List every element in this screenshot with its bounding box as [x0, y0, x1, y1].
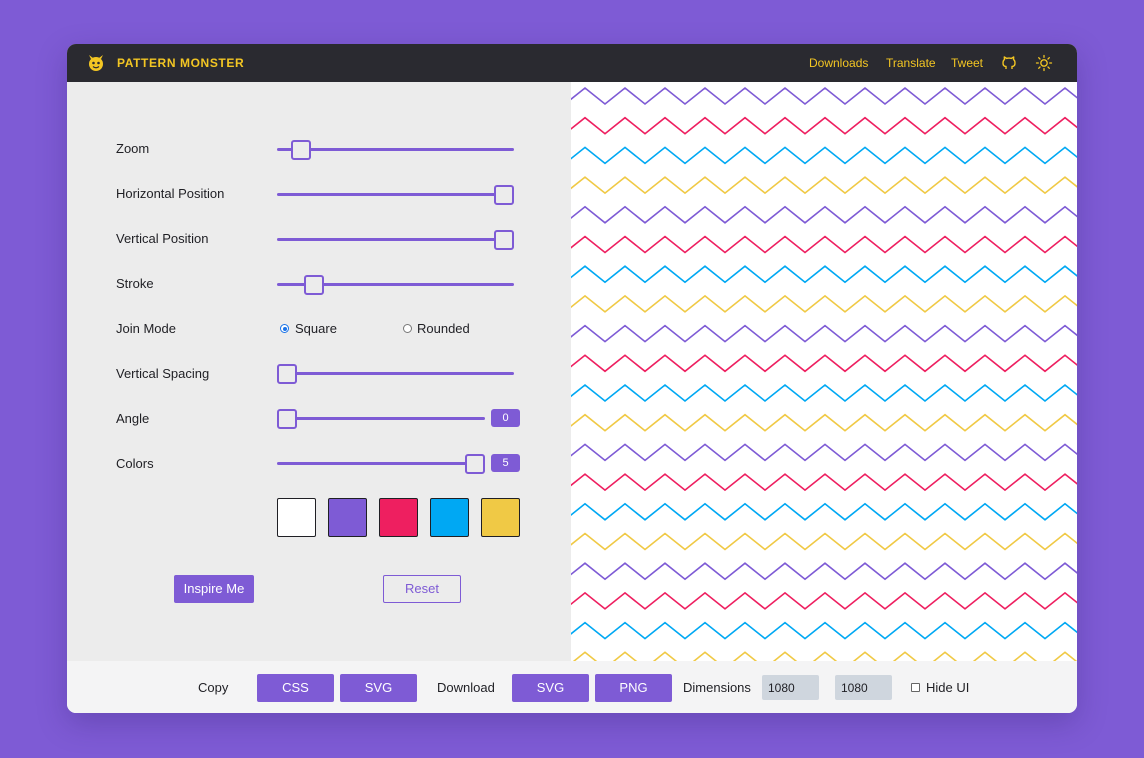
color-swatch-5[interactable] [481, 498, 520, 537]
zigzag-line-2 [571, 116, 1077, 135]
color-swatch-1[interactable] [277, 498, 316, 537]
zigzag-line-14 [571, 473, 1077, 492]
dimensions-label: Dimensions [683, 680, 751, 695]
zigzag-line-11 [571, 383, 1077, 403]
zigzag-line-17 [571, 562, 1077, 581]
zoom-slider-track[interactable] [277, 148, 514, 151]
copy-label: Copy [198, 680, 229, 695]
zigzag-line-5 [571, 205, 1077, 224]
download-svg-button[interactable]: SVG [512, 674, 589, 702]
nav-translate-link[interactable]: Translate [886, 56, 936, 70]
vertical-position-label: Vertical Position [116, 231, 209, 246]
zigzag-line-1 [571, 86, 1077, 106]
hide-ui-checkbox[interactable] [911, 683, 920, 692]
colors-slider-track[interactable] [277, 462, 485, 465]
zigzag-line-3 [571, 146, 1077, 165]
zigzag-line-16 [571, 532, 1077, 551]
horizontal-position-slider-track[interactable] [277, 193, 514, 196]
zigzag-pattern [571, 86, 1077, 661]
app-window: PATTERN MONSTER Downloads Translate Twee… [67, 44, 1077, 713]
hide-ui-label[interactable]: Hide UI [926, 680, 969, 695]
zigzag-line-19 [571, 621, 1077, 640]
colors-slider-thumb[interactable] [465, 454, 485, 474]
stroke-label: Stroke [116, 276, 154, 291]
zigzag-line-9 [571, 324, 1077, 343]
zigzag-line-18 [571, 591, 1077, 610]
bottom-bar: Copy CSS SVG Download SVG PNG Dimensions… [67, 661, 1077, 713]
pattern-preview [571, 82, 1077, 661]
color-swatch-4[interactable] [430, 498, 469, 537]
color-swatch-2[interactable] [328, 498, 367, 537]
horizontal-position-slider-thumb[interactable] [494, 185, 514, 205]
top-bar: PATTERN MONSTER Downloads Translate Twee… [67, 44, 1077, 82]
download-png-button[interactable]: PNG [595, 674, 672, 702]
github-icon[interactable] [1000, 54, 1018, 72]
vertical-spacing-slider-thumb[interactable] [277, 364, 297, 384]
horizontal-position-label: Horizontal Position [116, 186, 225, 201]
angle-label: Angle [116, 411, 150, 426]
colors-value: 5 [491, 454, 520, 472]
height-input[interactable] [835, 675, 892, 700]
angle-slider-track[interactable] [277, 417, 485, 420]
color-swatch-3[interactable] [379, 498, 418, 537]
zigzag-line-10 [571, 354, 1077, 373]
angle-slider-thumb[interactable] [277, 409, 297, 429]
join-mode-rounded-radio[interactable] [403, 324, 412, 333]
copy-svg-button[interactable]: SVG [340, 674, 417, 702]
join-mode-square-label[interactable]: Square [295, 321, 337, 336]
zigzag-line-4 [571, 176, 1077, 195]
vertical-spacing-slider-track[interactable] [277, 372, 514, 375]
vertical-spacing-label: Vertical Spacing [116, 366, 210, 381]
vertical-position-slider-track[interactable] [277, 238, 514, 241]
zigzag-line-6 [571, 235, 1077, 254]
inspire-me-button[interactable]: Inspire Me [174, 575, 254, 603]
nav-tweet-link[interactable]: Tweet [951, 56, 983, 70]
colors-label: Colors [116, 456, 154, 471]
download-label: Download [437, 680, 495, 695]
stroke-slider-thumb[interactable] [304, 275, 324, 295]
controls-panel: Zoom Horizontal Position Vertical Positi… [67, 82, 571, 661]
join-mode-square-radio[interactable] [280, 324, 289, 333]
zigzag-line-15 [571, 502, 1077, 521]
angle-value: 0 [491, 409, 520, 427]
zigzag-line-12 [571, 413, 1077, 432]
zoom-label: Zoom [116, 141, 150, 156]
zoom-slider-thumb[interactable] [291, 140, 311, 160]
join-mode-rounded-label[interactable]: Rounded [417, 321, 470, 336]
nav-downloads-link[interactable]: Downloads [809, 56, 868, 70]
zigzag-line-7 [571, 265, 1077, 284]
sun-icon[interactable] [1035, 54, 1053, 72]
join-mode-label: Join Mode [116, 321, 176, 336]
zigzag-line-13 [571, 443, 1077, 462]
zigzag-line-20 [572, 651, 1077, 661]
monster-logo-icon[interactable] [87, 54, 105, 72]
reset-button[interactable]: Reset [383, 575, 461, 603]
vertical-position-slider-thumb[interactable] [494, 230, 514, 250]
zigzag-line-8 [571, 294, 1077, 313]
brand-title[interactable]: PATTERN MONSTER [117, 56, 244, 70]
copy-css-button[interactable]: CSS [257, 674, 334, 702]
width-input[interactable] [762, 675, 819, 700]
